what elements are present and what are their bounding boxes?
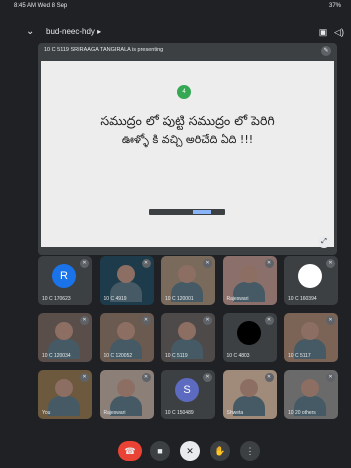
avatar: R [52,264,76,288]
participant-name: 10 C 170623 [42,296,71,302]
participant-name: 10 20 others [288,410,316,416]
avatar: S [175,378,199,402]
participant-tile[interactable]: ✕ 10 C 4803 [222,313,277,362]
participant-tile[interactable]: S ✕ 10 C 150489 [161,370,215,419]
video-person-head [239,379,258,397]
speaker-icon[interactable]: ◁) [333,26,345,38]
participant-name: 10 C 120052 [103,353,133,359]
participant-tile[interactable]: ✕ You [38,370,92,419]
mic-muted-icon: ✕ [80,316,89,325]
participant-name: 10 C 4803 [226,353,250,359]
participant-name: 10 C 5119 [165,353,188,359]
participant-tile[interactable]: ✕ Rajeswari [99,370,154,419]
status-bar: 8:45 AM Wed 8 Sep 37% [0,0,351,20]
mic-muted-icon: ✕ [264,259,274,268]
pin-icon[interactable]: ✎ [321,46,331,56]
mic-muted-icon: ✕ [80,373,89,382]
participant-tile[interactable]: ✕ 10 C 120001 [161,256,215,305]
mic-muted-icon: ✕ [203,259,212,268]
participant-name: Rajeswari [103,410,126,416]
mic-muted-icon: ✕ [141,316,151,325]
mic-muted-icon: ✕ [141,373,151,382]
video-person-head [116,265,135,283]
participant-name: 10 C 5117 [288,353,311,359]
mic-toggle-button[interactable]: ✕ [180,441,200,461]
battery-level: 37% [328,3,341,9]
video-person-head [55,322,73,340]
participant-tile[interactable]: ✕ 10 C 120034 [38,313,92,362]
mic-muted-icon: ✕ [326,316,335,325]
participant-tile[interactable]: ✕ 10 C 4919 [99,256,154,305]
slide-number: 4 [177,85,191,99]
participant-tile[interactable]: ✕ Shweta [222,370,277,419]
presentation-panel: 10 C 5119 SRIRAAGA TANGIRALA is presenti… [38,43,337,255]
mic-muted-icon: ✕ [203,316,212,325]
participant-name: Shweta [226,410,244,416]
mic-muted-icon: ✕ [80,259,89,268]
participant-name: 10 C 160394 [288,296,317,302]
participant-tile[interactable]: ✕ 10 C 120052 [99,313,154,362]
slide-text-line2: ఊళ్ళో కి వచ్చి అరిచేది ఏది !!! [121,133,254,146]
video-person-head [301,379,319,397]
video-person-head [301,322,319,340]
participant-name: 10 C 4919 [103,296,127,302]
slide-control-bar [149,209,225,215]
participant-name: You [42,410,51,416]
mic-muted-icon: ✕ [203,373,212,382]
presenter-banner: 10 C 5119 SRIRAAGA TANGIRALA is presenti… [38,43,337,60]
camera-toggle-button[interactable]: ■ [150,441,170,461]
shared-slide: 4 సముద్రం లో పుట్టి సముద్రం లో పెరిగి ఊళ… [41,61,334,247]
more-options-button[interactable]: ⋮ [240,441,260,461]
mic-muted-icon: ✕ [264,316,274,325]
participant-name: 10 C 120034 [42,353,71,359]
meeting-code[interactable]: bud-neec-hdy ▸ [46,27,101,36]
participant-name: 10 C 150489 [165,410,194,416]
video-person-head [55,379,73,397]
chevron-down-icon[interactable]: ⌄ [26,26,34,37]
video-person-head [116,379,135,397]
mic-muted-icon: ✕ [141,259,151,268]
video-person-head [178,322,196,340]
participant-tile[interactable]: ✕ 10 20 others [284,370,338,419]
fullscreen-icon[interactable]: ⤢ [318,236,330,248]
presenter-label: 10 C 5119 SRIRAAGA TANGIRALA is presenti… [44,47,164,53]
slide-text-line1: సముద్రం లో పుట్టి సముద్రం లో పెరిగి [100,113,275,128]
raise-hand-button[interactable]: ✋ [210,441,230,461]
call-controls: ☎ ■ ✕ ✋ ⋮ [0,439,351,463]
mic-muted-icon: ✕ [326,259,335,268]
end-call-button[interactable]: ☎ [118,441,142,461]
participant-tile[interactable]: ✕ Rajeswari [222,256,277,305]
avatar [236,321,261,345]
participant-tile[interactable]: R ✕ 10 C 170623 [38,256,92,305]
avatar [298,264,322,288]
video-person-body [48,396,80,416]
video-person-head [239,265,258,283]
video-person-head [116,322,135,340]
participant-name: Rajeswari [226,296,249,302]
participant-tile[interactable]: ✕ 10 C 5119 [161,313,215,362]
participant-tile[interactable]: ✕ 10 C 160394 [284,256,338,305]
participant-tile[interactable]: ✕ 10 C 5117 [284,313,338,362]
mic-muted-icon: ✕ [326,373,335,382]
status-time: 8:45 AM Wed 8 Sep [14,3,68,9]
camera-switch-icon[interactable]: ▣ [317,26,329,38]
participant-name: 10 C 120001 [165,296,194,302]
video-person-head [178,265,196,283]
mic-muted-icon: ✕ [264,373,274,382]
